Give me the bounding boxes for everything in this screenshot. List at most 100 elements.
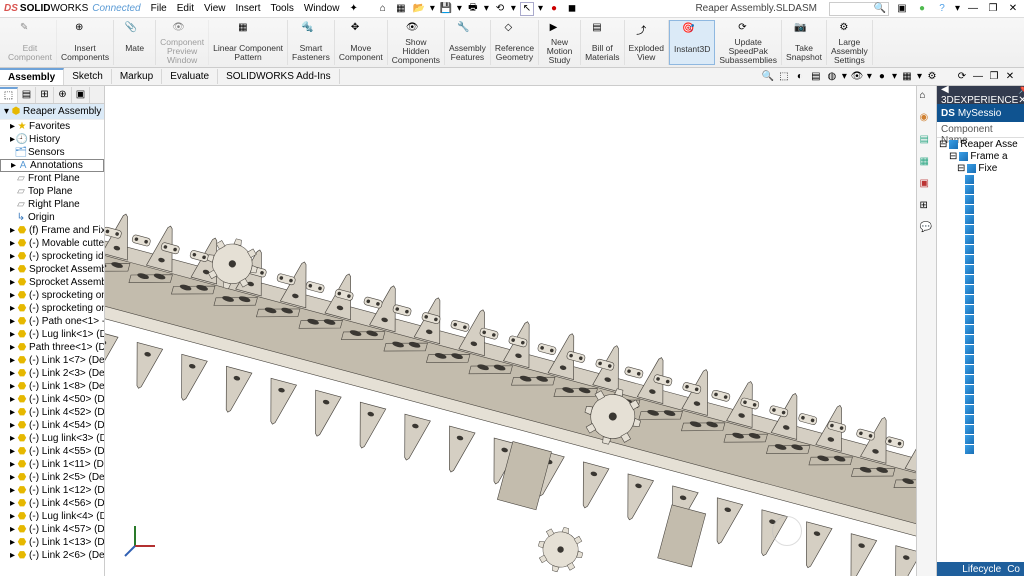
exp-leaf-node[interactable]: [937, 324, 1024, 334]
exp-leaf-node[interactable]: [937, 394, 1024, 404]
tree-component-node[interactable]: ▸⬣(-) Movable cutter<1> (: [0, 237, 104, 250]
exp-child-node[interactable]: ⊟Frame a: [937, 150, 1024, 162]
tree-component-node[interactable]: ▸⬣(-) Link 1<8> (Default) <: [0, 380, 104, 393]
tree-component-node[interactable]: ▸⬣(-) Link 4<50> (Default): [0, 393, 104, 406]
exp-root-node[interactable]: ⊟Reaper Asse: [937, 138, 1024, 150]
tree-component-node[interactable]: ▸⬣(f) Frame and Fixed Cutt: [0, 224, 104, 237]
tree-component-node[interactable]: ▸⬣(-) Link 4<54> (Default): [0, 419, 104, 432]
tab-sketch[interactable]: Sketch: [64, 69, 112, 84]
taskpane-forum-icon[interactable]: 💬: [920, 222, 934, 236]
menu-tools[interactable]: Tools: [271, 3, 294, 14]
linear-pattern-button[interactable]: ▦Linear ComponentPattern: [209, 20, 288, 65]
exp-leaf-node[interactable]: [937, 234, 1024, 244]
undo-icon[interactable]: ⟲: [493, 2, 507, 16]
close-icon[interactable]: ✕: [1006, 2, 1020, 16]
menu-file[interactable]: File: [151, 3, 167, 14]
hide-show-icon[interactable]: 👁: [851, 71, 863, 83]
tree-component-node[interactable]: ▸⬣Sprocket Assembly<: [0, 276, 104, 289]
tree-component-node[interactable]: ▸⬣(-) Link 2<5> (Default) <: [0, 471, 104, 484]
component-name-header[interactable]: Component Name: [937, 122, 1024, 138]
tree-tab-feature-icon[interactable]: ⬚: [0, 87, 18, 103]
taskpane-view-icon[interactable]: ▣: [920, 178, 934, 192]
menu-insert[interactable]: Insert: [235, 3, 260, 14]
spreadsheet-icon[interactable]: ▦: [394, 2, 408, 16]
exp-leaf-node[interactable]: [937, 294, 1024, 304]
exp-leaf-node[interactable]: [937, 204, 1024, 214]
tree-component-node[interactable]: ▸⬣(-) Link 1<11> (Default): [0, 458, 104, 471]
record-icon[interactable]: ●: [547, 2, 561, 16]
tree-right-plane[interactable]: ▱Right Plane: [0, 198, 104, 211]
exp-leaf-node[interactable]: [937, 354, 1024, 364]
taskpane-properties-icon[interactable]: ▤: [920, 134, 934, 148]
tree-component-node[interactable]: ▸⬣(-) Lug link<4> (Default: [0, 510, 104, 523]
tree-tab-dim-icon[interactable]: ▣: [72, 87, 90, 103]
help-icon[interactable]: ?: [935, 2, 949, 16]
tree-component-node[interactable]: ▸⬣(-) Link 2<6> (Default) <: [0, 549, 104, 562]
tree-component-node[interactable]: ▸⬣Sprocket Assembly 2: [0, 263, 104, 276]
exp-leaf-node[interactable]: [937, 384, 1024, 394]
tab-assembly[interactable]: Assembly: [0, 68, 64, 85]
exp-leaf-node[interactable]: [937, 414, 1024, 424]
view-compass-icon[interactable]: [772, 516, 802, 546]
prev-view-icon[interactable]: ◐: [794, 71, 806, 83]
insert-components-button[interactable]: ⊕InsertComponents: [57, 20, 114, 65]
status-green-icon[interactable]: ●: [915, 2, 929, 16]
exp-leaf-node[interactable]: [937, 264, 1024, 274]
tree-component-node[interactable]: ▸⬣(-) Lug link<3> (Default: [0, 432, 104, 445]
select-icon[interactable]: ↖: [520, 2, 534, 16]
motion-study-button[interactable]: ▶NewMotionStudy: [539, 20, 581, 65]
taskpane-appearance-icon[interactable]: ◉: [920, 112, 934, 126]
tree-tab-display-icon[interactable]: ⊕: [54, 87, 72, 103]
menu-edit[interactable]: Edit: [177, 3, 194, 14]
home-icon[interactable]: ⌂: [376, 2, 390, 16]
graphics-viewport[interactable]: [105, 86, 916, 576]
instant3d-button[interactable]: 🎯Instant3D: [669, 20, 715, 65]
tab-addins[interactable]: SOLIDWORKS Add-Ins: [218, 69, 339, 84]
tree-component-node[interactable]: ▸⬣(-) sprocketing one<3>: [0, 289, 104, 302]
tab-evaluate[interactable]: Evaluate: [162, 69, 218, 84]
tree-component-node[interactable]: ▸⬣(-) Link 1<13> (Default): [0, 536, 104, 549]
tree-component-node[interactable]: ▸⬣(-) Link 2<3> (Default) <: [0, 367, 104, 380]
tree-component-node[interactable]: ▸⬣Path three<1> (Default: [0, 341, 104, 354]
zoom-fit-icon[interactable]: 🔍: [762, 71, 774, 83]
exp-leaf-node[interactable]: [937, 274, 1024, 284]
tree-component-node[interactable]: ▸⬣(-) Link 4<55> (Default): [0, 445, 104, 458]
tree-component-node[interactable]: ▸⬣(-) Link 1<12> (Default): [0, 484, 104, 497]
smart-fasteners-button[interactable]: 🔩SmartFasteners: [288, 20, 335, 65]
exp-leaf-node[interactable]: [937, 404, 1024, 414]
show-hidden-button[interactable]: 👁ShowHiddenComponents: [388, 20, 445, 65]
exp-leaf-node[interactable]: [937, 314, 1024, 324]
exp-leaf-node[interactable]: [937, 224, 1024, 234]
exp-leaf-node[interactable]: [937, 184, 1024, 194]
exp-leaf-node[interactable]: [937, 304, 1024, 314]
stop-icon[interactable]: ◼: [565, 2, 579, 16]
doc-minimize-icon[interactable]: —: [972, 71, 984, 83]
tree-component-node[interactable]: ▸⬣(-) Link 4<56> (Default): [0, 497, 104, 510]
minimize-icon[interactable]: —: [966, 2, 980, 16]
exp-leaf-node[interactable]: [937, 374, 1024, 384]
tree-component-node[interactable]: ▸⬣(-) Link 4<57> (Default): [0, 523, 104, 536]
exp-leaf-node[interactable]: [937, 284, 1024, 294]
exp-leaf-node[interactable]: [937, 244, 1024, 254]
tree-annotations[interactable]: ▸AAnnotations: [0, 159, 104, 172]
tree-favorites[interactable]: ▸★Favorites: [0, 120, 104, 133]
tree-component-node[interactable]: ▸⬣(-) Path one<1> -> (Def: [0, 315, 104, 328]
assembly-features-button[interactable]: 🔧AssemblyFeatures: [445, 20, 491, 65]
restore-icon[interactable]: ❐: [986, 2, 1000, 16]
exp-leaf-node[interactable]: [937, 194, 1024, 204]
large-assembly-button[interactable]: ⚙LargeAssemblySettings: [827, 20, 873, 65]
snapshot-button[interactable]: 📷TakeSnapshot: [782, 20, 827, 65]
apply-scene-icon[interactable]: ▦: [901, 71, 913, 83]
tree-component-node[interactable]: ▸⬣(-) sprocketing one<4>: [0, 302, 104, 315]
tree-root-node[interactable]: ▾⬢Reaper Assembly (Default)^: [0, 104, 104, 120]
menu-window[interactable]: Window: [304, 3, 340, 14]
tree-tab-property-icon[interactable]: ▤: [18, 87, 36, 103]
edit-appearance-icon[interactable]: ●: [876, 71, 888, 83]
tree-component-node[interactable]: ▸⬣(-) sprocketing ideal<1>: [0, 250, 104, 263]
doc-restore-icon[interactable]: ❐: [988, 71, 1000, 83]
move-component-button[interactable]: ✥MoveComponent: [335, 20, 388, 65]
tree-component-node[interactable]: ▸⬣(-) Link 1<7> (Default) <: [0, 354, 104, 367]
terminal-icon[interactable]: ▣: [895, 2, 909, 16]
pin-icon[interactable]: 📌 ✕: [1018, 84, 1024, 106]
exp-leaf-node[interactable]: [937, 174, 1024, 184]
